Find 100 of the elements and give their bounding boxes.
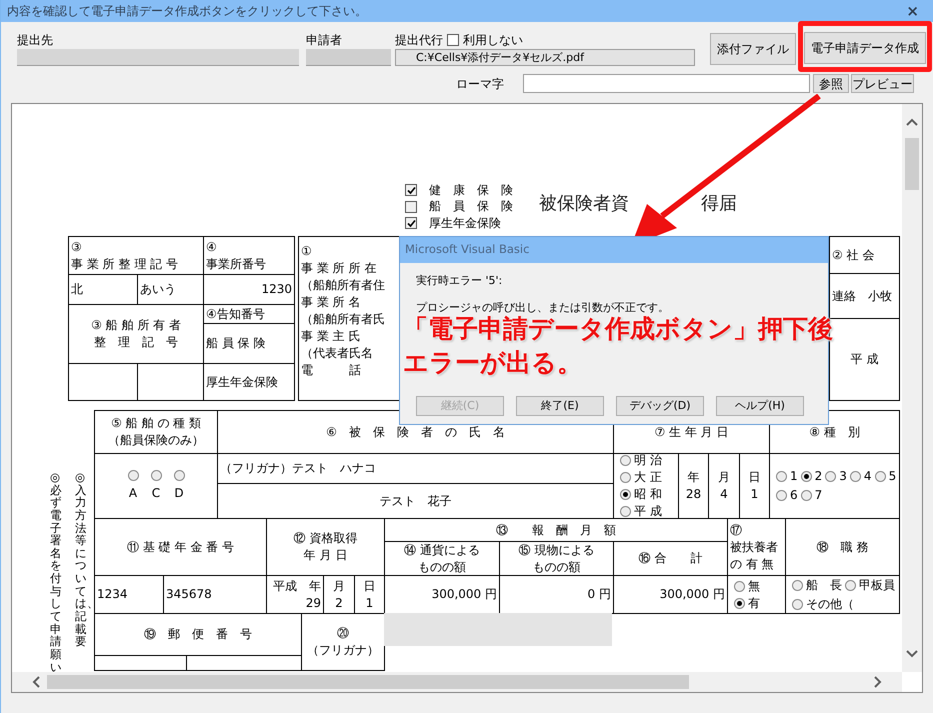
checkbox-label: 利用しない <box>463 32 523 49</box>
radio-button[interactable] <box>845 580 856 590</box>
radio-button[interactable] <box>792 598 803 610</box>
radio-button[interactable] <box>825 471 836 482</box>
browse-button[interactable]: 参照 <box>813 74 849 93</box>
cell-text: 事 業 所 所 在 <box>301 260 376 277</box>
cell-text: ⑰ <box>730 522 742 538</box>
radio-button[interactable] <box>150 470 162 481</box>
option-label: 3 <box>839 468 847 485</box>
cell-text: （船舶所有者住 <box>301 277 385 294</box>
cell-text: ものの額 <box>532 558 580 576</box>
radio-button[interactable] <box>620 489 631 500</box>
checkbox[interactable] <box>405 200 417 213</box>
cell-text: の 有 無 <box>730 556 774 572</box>
close-button[interactable]: × <box>906 4 919 18</box>
cell-text: （代表者氏名 <box>301 345 373 362</box>
cell-text: 北 <box>71 281 83 298</box>
option-label: A <box>128 485 138 502</box>
option-label: 平 成 <box>634 503 662 520</box>
option-label: その他（ <box>806 596 854 612</box>
option-label: 甲板員 <box>859 576 895 594</box>
scroll-thumb[interactable] <box>905 138 919 190</box>
cell-text: 月 <box>333 578 345 594</box>
cell-text: （フリガナ）テスト ハナコ <box>220 460 376 477</box>
chevron-up-icon[interactable] <box>906 118 918 126</box>
option-label: 船 長 <box>806 576 842 594</box>
cell-text: 4 <box>720 486 728 503</box>
cell-text: （船舶所有者氏 <box>301 311 385 328</box>
dialog-button[interactable]: ヘルプ(H) <box>716 396 804 416</box>
cell-text: 0 円 <box>588 586 611 603</box>
checkbox-label: 厚生年金保険 <box>429 216 501 231</box>
option-label: 5 <box>888 468 896 485</box>
radio-button[interactable] <box>874 471 886 482</box>
dialog-button[interactable]: 終了(E) <box>516 396 604 416</box>
cell-text: テスト 花子 <box>380 492 452 510</box>
cell-text: ④ <box>206 238 217 256</box>
window-title: 内容を確認して電子申請データ作成ボタンをクリックして下さい。 <box>7 3 367 20</box>
cell-text: 1234 <box>97 586 128 603</box>
cell-text: 1230 <box>261 281 292 298</box>
radio-button[interactable] <box>800 490 812 501</box>
vertical-note: ◎必ず電子署名を付与して申請願い <box>50 471 62 672</box>
radio-button[interactable] <box>776 490 787 501</box>
option-label: 明 治 <box>634 452 662 469</box>
horizontal-scrollbar[interactable] <box>12 672 902 692</box>
field-label: ローマ字 <box>456 76 505 92</box>
cell-text: ⑳ <box>337 625 349 642</box>
preview-button[interactable]: プレビュー <box>851 74 914 93</box>
dialog-button[interactable]: デバッグ(D) <box>616 396 704 416</box>
annotation-text: エラーが出る。 <box>403 347 583 379</box>
attach-file-button[interactable]: 添付ファイル <box>710 33 796 65</box>
cell-text: 1 <box>750 486 758 503</box>
cell-text: （フリガナ） <box>307 642 379 659</box>
cell-text: 300,000 円 <box>432 586 497 603</box>
radio-button[interactable] <box>792 580 803 590</box>
cell-text: 船 員 保 険 <box>206 335 266 352</box>
cell-text: ③ 船 舶 所 有 者 <box>91 317 181 334</box>
create-data-button[interactable]: 電子申請データ作成 <box>804 32 926 64</box>
cell-text: ③ <box>71 238 82 256</box>
cell-text: ⑪ 基 礎 年 金 番 号 <box>127 538 234 556</box>
cell-text: 平成 年 <box>273 578 321 594</box>
radio-button[interactable] <box>174 470 184 481</box>
cell-text: 事 業 所 名 <box>301 294 360 311</box>
cell-text: ④告知番号 <box>206 306 265 322</box>
radio-button[interactable] <box>776 471 787 482</box>
radio-button[interactable] <box>128 470 138 481</box>
cell-text: ② 社 会 <box>832 246 874 264</box>
cell-text: ものの額 <box>418 558 466 576</box>
cell-text: 年 <box>688 469 700 486</box>
error-code: 実行時エラー '5': <box>416 273 504 289</box>
chevron-right-icon[interactable] <box>874 676 882 688</box>
checkbox[interactable] <box>405 217 417 230</box>
scroll-thumb[interactable] <box>47 675 689 689</box>
cell-text: ⑦ 生 年 月 日 <box>654 424 728 440</box>
cell-text: ⑮ 現物による <box>518 542 594 558</box>
option-label: 4 <box>864 468 872 485</box>
cell-text: 被扶養者 <box>730 538 778 556</box>
radio-button[interactable] <box>620 506 631 517</box>
cell-text: 厚生年金保険 <box>206 374 278 390</box>
checkbox[interactable] <box>405 184 417 196</box>
chevron-down-icon[interactable] <box>906 650 918 658</box>
radio-button[interactable] <box>734 580 745 592</box>
option-label: 1 <box>790 468 798 485</box>
chevron-left-icon[interactable] <box>32 676 40 688</box>
cell-text: 事業所番号 <box>206 256 266 272</box>
vertical-scrollbar[interactable] <box>902 104 922 672</box>
cell-text: 300,000 円 <box>660 586 725 603</box>
radio-button[interactable] <box>734 598 745 608</box>
radio-button[interactable] <box>850 471 861 482</box>
checkbox[interactable] <box>447 34 459 46</box>
cell-text: 整 理 記 号 <box>94 334 178 351</box>
romaji-input[interactable] <box>523 74 810 93</box>
form-title: 得届 <box>701 192 737 216</box>
cell-text: あいう <box>140 281 176 298</box>
radio-button[interactable] <box>800 471 812 482</box>
radio-button[interactable] <box>620 472 631 483</box>
form-title: 被保険者資 <box>539 192 629 216</box>
option-label: 昭 和 <box>634 486 662 503</box>
option-label: 有 <box>748 594 760 612</box>
radio-button[interactable] <box>620 455 631 466</box>
cell-text: 月 <box>718 469 730 486</box>
